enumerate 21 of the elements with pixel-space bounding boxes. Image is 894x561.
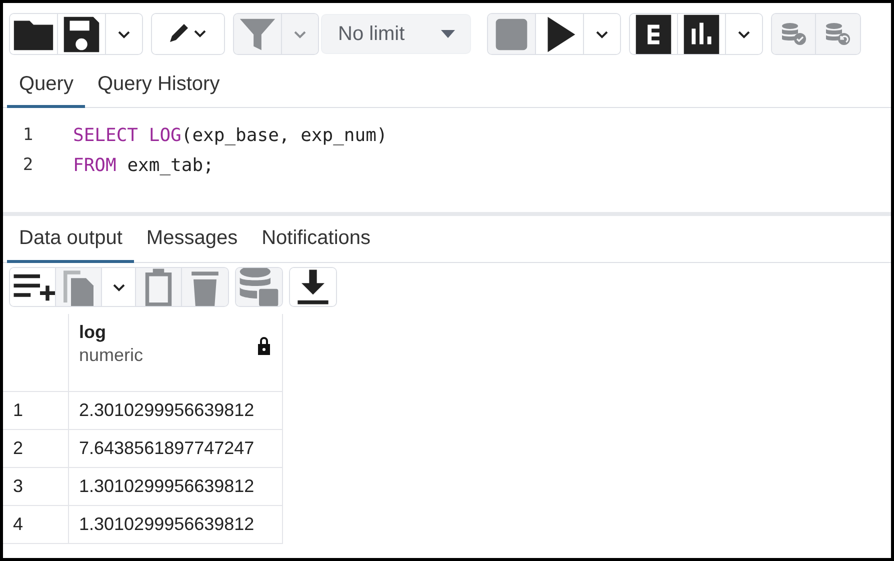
column-type: numeric bbox=[79, 345, 144, 366]
row-number: 1 bbox=[3, 392, 69, 430]
tab[interactable]: Messages bbox=[134, 216, 250, 263]
code-line: SELECT LOG(exp_base, exp_num) bbox=[72, 124, 388, 146]
table-cell: 7.6438561897747247 bbox=[69, 430, 283, 468]
row-number: 2 bbox=[3, 430, 69, 468]
table-cell: 1.3010299956639812 bbox=[69, 506, 283, 544]
column-header[interactable]: log numeric bbox=[69, 314, 283, 392]
row-number: 4 bbox=[3, 506, 69, 544]
row-number: 3 bbox=[3, 468, 69, 506]
code-line: FROM exm_tab; bbox=[72, 154, 214, 176]
column-name: log bbox=[79, 322, 107, 343]
limit-dropdown[interactable]: No limit bbox=[321, 14, 471, 54]
tab[interactable]: Query History bbox=[85, 63, 232, 108]
line-number: 2 bbox=[22, 155, 34, 175]
table-cell: 1.3010299956639812 bbox=[69, 468, 283, 506]
tab[interactable]: Query bbox=[7, 63, 86, 108]
tab[interactable]: Notifications bbox=[250, 216, 383, 263]
line-number: 1 bbox=[22, 125, 34, 145]
table-cell: 2.3010299956639812 bbox=[69, 392, 283, 430]
code-editor[interactable]: 1 SELECT LOG(exp_base, exp_num) 2 FROM exm_tab; bbox=[3, 108, 891, 216]
